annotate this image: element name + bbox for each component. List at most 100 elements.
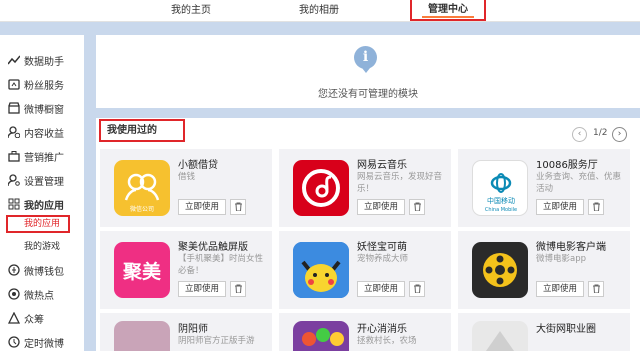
app-card-happy-match: 开心消消乐 拯救村长，农场 (279, 313, 451, 351)
app-icon (114, 321, 170, 351)
delete-button[interactable] (409, 199, 425, 215)
app-name: 阴阳师 (178, 324, 208, 335)
svg-text:China Mobile: China Mobile (485, 207, 517, 213)
sidebar-item-scheduled[interactable]: 定时微博 (0, 333, 84, 351)
sidebar-item-data-assistant[interactable]: 数据助手 (0, 51, 84, 69)
app-name: 开心消消乐 (357, 324, 407, 335)
hotspot-icon (8, 288, 20, 300)
sidebar-item-marketing[interactable]: 营销推广 (0, 147, 84, 165)
jumei-logo-text: 聚美 (122, 260, 161, 283)
trash-icon (413, 201, 422, 214)
app-name: 10086服务厅 (536, 160, 598, 171)
prev-page-button[interactable]: ‹ (572, 127, 587, 142)
sidebar-item-showcase[interactable]: 微博橱窗 (0, 99, 84, 117)
app-desc: 【手机聚美】时尚女性必备！ (178, 254, 264, 276)
delete-button[interactable] (588, 281, 604, 297)
app-desc: 阴阳师官方正版手游 (178, 336, 255, 346)
use-now-button[interactable]: 立即使用 (357, 199, 405, 215)
tab-my-album[interactable]: 我的相册 (288, 0, 350, 21)
next-page-button[interactable]: › (612, 127, 627, 142)
app-icon: 聚美 (114, 242, 170, 298)
app-card-jumei: 聚美 聚美优品触屏版 【手机聚美】时尚女性必备！ 立即使用 (100, 231, 272, 309)
sidebar-item-label: 微博钱包 (24, 266, 64, 278)
sidebar-item-label: 定时微博 (24, 338, 64, 350)
tab-my-home[interactable]: 我的主页 (158, 0, 224, 21)
app-card-small-loan: 微信公司 小额借贷 借钱 立即使用 (100, 149, 272, 227)
page-indicator: 1/2 (593, 128, 608, 138)
app-name: 网易云音乐 (357, 160, 407, 171)
app-desc: 网易云音乐，发现好音乐！ (357, 172, 443, 194)
app-card-netease-music: 网易云音乐 网易云音乐，发现好音乐！ 立即使用 (279, 149, 451, 227)
app-name: 聚美优品触屏版 (178, 242, 248, 253)
use-now-button[interactable]: 立即使用 (536, 199, 584, 215)
trash-icon (413, 283, 422, 296)
use-now-button[interactable]: 立即使用 (357, 281, 405, 297)
trash-icon (234, 283, 243, 296)
sidebar-item-settings[interactable]: 设置管理 (0, 171, 84, 189)
subnav-my-apps[interactable]: 我的应用 (6, 215, 70, 233)
app-card-10086: 中国移动 China Mobile 10086服务厅 业务查询、充值、优惠活动 立… (458, 149, 630, 227)
user-coin-icon (8, 126, 20, 138)
app-card-pokemon: 妖怪宝可萌 宠物养成大师 立即使用 (279, 231, 451, 309)
user-settings-icon (8, 174, 20, 186)
sidebar-item-fans[interactable]: 粉丝服务 (0, 75, 84, 93)
crowdfunding-icon (8, 312, 20, 324)
info-icon-pointer (362, 68, 370, 73)
trash-icon (592, 283, 601, 296)
app-card-onmyoji: 阴阳师 阴阳师官方正版手游 (100, 313, 272, 351)
sidebar-item-income[interactable]: 内容收益 (0, 123, 84, 141)
app-desc: 业务查询、充值、优惠活动 (536, 172, 622, 194)
app-desc: 借钱 (178, 172, 196, 182)
sidebar-item-wallet[interactable]: 微博钱包 (0, 261, 84, 279)
svg-text:微信公司: 微信公司 (130, 205, 154, 213)
use-now-button[interactable]: 立即使用 (178, 199, 226, 215)
briefcase-icon (8, 150, 20, 162)
use-now-button[interactable]: 立即使用 (536, 281, 584, 297)
delete-button[interactable] (230, 199, 246, 215)
delete-button[interactable] (409, 281, 425, 297)
app-desc: 微博电影app (536, 254, 587, 264)
app-icon (472, 321, 528, 351)
app-name: 小额借贷 (178, 160, 218, 171)
sidebar-item-my-apps[interactable]: 我的应用 (0, 195, 84, 213)
app-desc: 宠物养成大师 (357, 254, 409, 264)
app-card-weibo-movie: 微博电影客户端 微博电影app 立即使用 (458, 231, 630, 309)
trash-icon (592, 201, 601, 214)
sidebar-item-crowdfunding[interactable]: 众筹 (0, 309, 84, 327)
app-icon (293, 242, 349, 298)
line-chart-icon (8, 54, 20, 66)
app-icon: 微信公司 (114, 160, 170, 216)
subnav-my-games[interactable]: 我的游戏 (24, 239, 60, 252)
app-name: 微博电影客户端 (536, 242, 606, 253)
app-desc: 拯救村长，农场 (357, 336, 417, 346)
clock-icon (8, 336, 20, 348)
svg-text:中国移动: 中国移动 (487, 196, 515, 205)
sidebar-item-label: 我的应用 (24, 200, 64, 212)
app-icon: 中国移动 China Mobile (472, 160, 528, 216)
sidebar-item-label: 营销推广 (24, 152, 64, 164)
section-title: 我使用过的 (99, 119, 185, 142)
use-now-button[interactable]: 立即使用 (178, 281, 226, 297)
delete-button[interactable] (230, 281, 246, 297)
sidebar-item-label: 内容收益 (24, 128, 64, 140)
empty-state-text: 您还没有可管理的模块 (318, 89, 418, 100)
shop-icon (8, 102, 20, 114)
sidebar-item-label: 粉丝服务 (24, 80, 64, 92)
sidebar-item-hotspot[interactable]: 微热点 (0, 285, 84, 303)
app-icon (293, 321, 349, 351)
sidebar-item-label: 设置管理 (24, 176, 64, 188)
app-card-dajie: 大街网职业圈 (458, 313, 630, 351)
sidebar-item-label: 数据助手 (24, 56, 64, 68)
delete-button[interactable] (588, 199, 604, 215)
managed-modules-panel: i 您还没有可管理的模块 (96, 35, 640, 108)
app-name: 妖怪宝可萌 (357, 242, 407, 253)
sidebar-item-label: 众筹 (24, 314, 44, 326)
fans-icon (8, 78, 20, 90)
used-apps-panel: 我使用过的 ‹ 1/2 › 微信公司 小额借贷 借钱 立即使用 网易云音乐 网易… (96, 118, 640, 351)
top-nav: 我的主页 我的相册 管理中心 (0, 0, 640, 22)
app-icon (472, 242, 528, 298)
trash-icon (234, 201, 243, 214)
info-icon: i (354, 46, 377, 69)
tab-management-center[interactable]: 管理中心 (410, 0, 486, 21)
sidebar: 数据助手 粉丝服务 微博橱窗 内容收益 营销推广 设置管理 我的应用 我的应用 … (0, 35, 84, 351)
